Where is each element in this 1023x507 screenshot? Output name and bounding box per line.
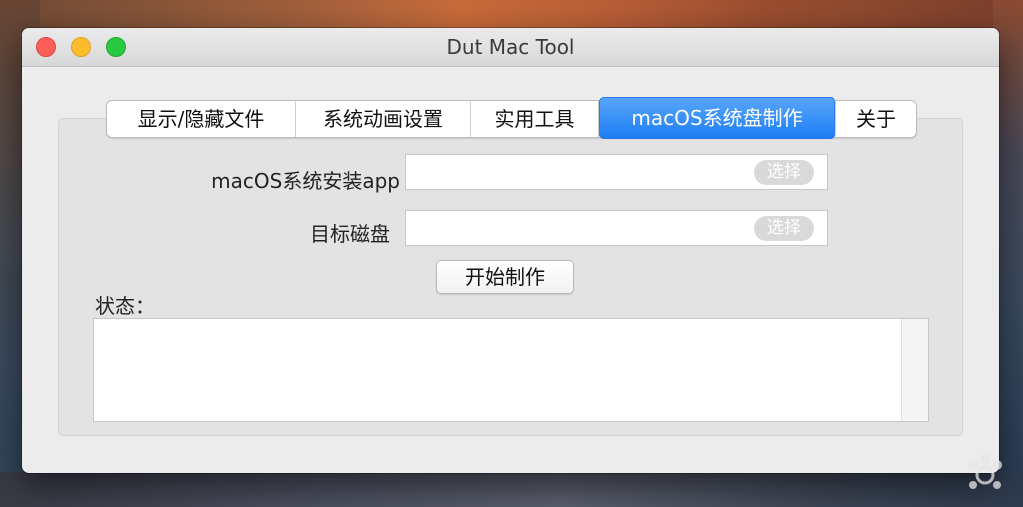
app-window: Dut Mac Tool 显示/隐藏文件 系统动画设置 实用工具 macOS系统…	[22, 28, 999, 473]
desktop-wallpaper-bottom	[0, 472, 1023, 507]
tab-about[interactable]: 关于	[836, 101, 916, 137]
tab-show-hide-files[interactable]: 显示/隐藏文件	[107, 101, 296, 137]
installer-app-field[interactable]: 选择	[405, 154, 828, 190]
installer-pick-button[interactable]: 选择	[754, 160, 814, 185]
target-disk-label: 目标磁盘	[310, 222, 390, 246]
installer-app-label: macOS系统安装app	[211, 169, 400, 193]
window-title: Dut Mac Tool	[446, 35, 575, 59]
status-log-scrollbar[interactable]	[901, 319, 928, 421]
tab-macos-boot-disk[interactable]: macOS系统盘制作	[599, 97, 836, 139]
status-label: 状态：	[95, 294, 155, 318]
desktop-wallpaper-top	[0, 0, 1023, 30]
status-log-textarea[interactable]	[93, 318, 929, 422]
target-pick-button[interactable]: 选择	[754, 216, 814, 241]
watermark-logo-icon	[968, 454, 1002, 489]
tab-system-animation[interactable]: 系统动画设置	[296, 101, 471, 137]
start-create-button[interactable]: 开始制作	[436, 260, 574, 294]
target-disk-field[interactable]: 选择	[405, 210, 828, 246]
title-bar[interactable]: Dut Mac Tool	[22, 28, 999, 67]
tab-utilities[interactable]: 实用工具	[471, 101, 599, 137]
tab-bar: 显示/隐藏文件 系统动画设置 实用工具 macOS系统盘制作 关于	[106, 97, 917, 139]
